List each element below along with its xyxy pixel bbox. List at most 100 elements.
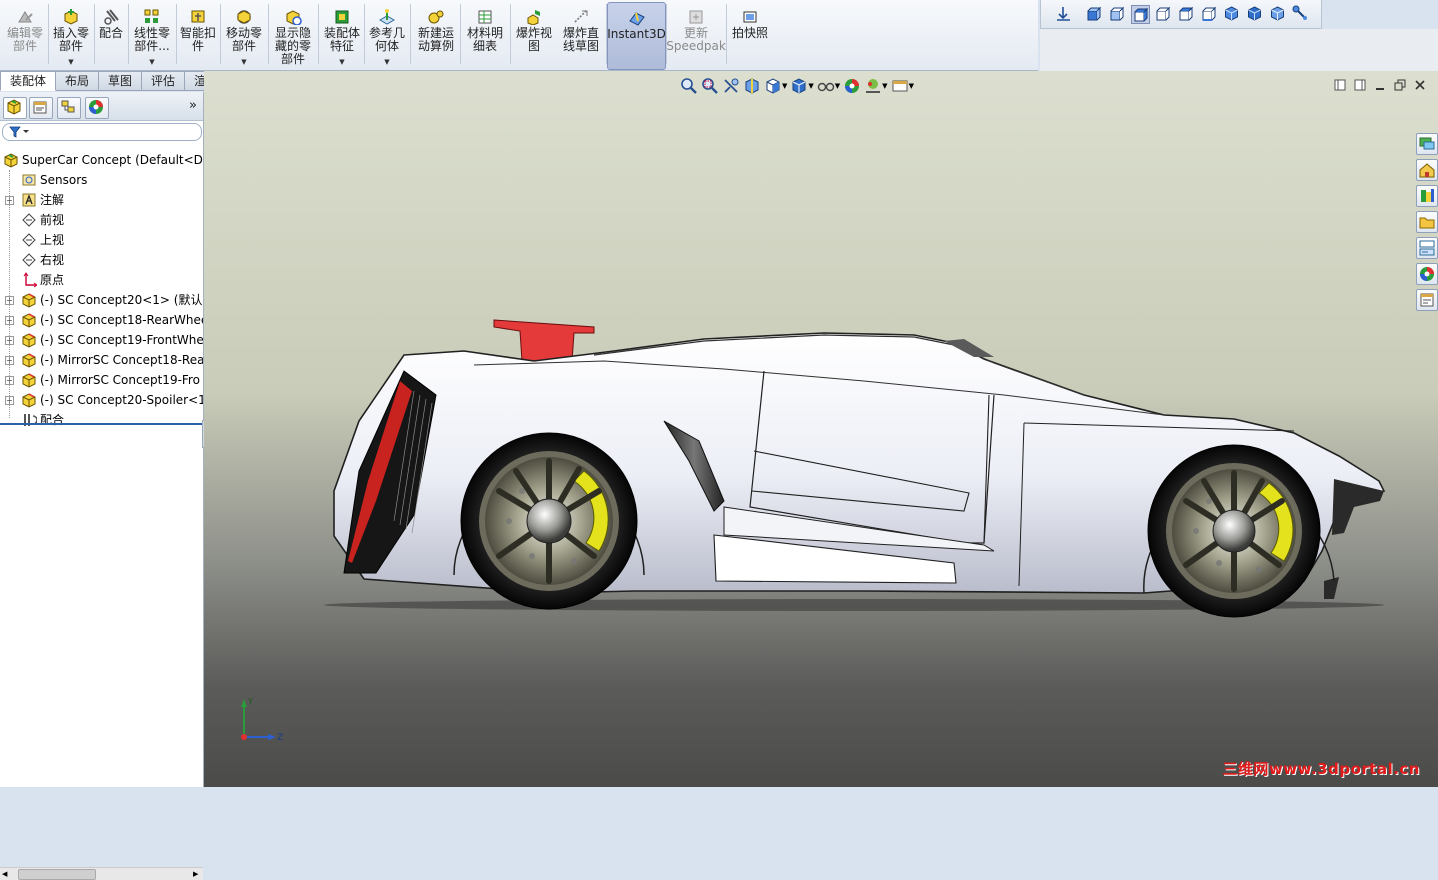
toolbar-separator (460, 4, 461, 64)
tab-2[interactable]: 草图 (99, 71, 143, 91)
hide-show-items-icon[interactable] (817, 77, 835, 95)
smart-fastener-button[interactable]: 智能扣 件 (178, 2, 218, 68)
tree-item[interactable]: + (-) SC Concept18-RearWhee (0, 310, 203, 330)
tree-filter-input[interactable] (2, 123, 202, 141)
expand-panel-icon[interactable]: » (189, 98, 197, 113)
exploded-view-button[interactable]: 爆炸视 图 (512, 2, 556, 68)
bom-label: 材料明 细表 (466, 26, 503, 53)
horizontal-scrollbar[interactable]: ◀ ▶ (0, 867, 203, 880)
normal-to-icon[interactable] (1055, 5, 1072, 22)
zoom-to-fit-icon[interactable] (680, 77, 698, 95)
scroll-thumb[interactable] (18, 869, 96, 880)
right-view-icon[interactable] (1154, 5, 1171, 22)
chevron-down-icon[interactable]: ▼ (384, 58, 389, 66)
tree-item[interactable]: + (-) MirrorSC Concept19-Fro (0, 370, 203, 390)
previous-view-icon[interactable] (722, 77, 740, 95)
display-manager-tab[interactable] (85, 97, 109, 119)
chevron-down-icon[interactable]: ▼ (339, 58, 344, 66)
new-motion-study-button[interactable]: 新建运 动算例 (414, 2, 458, 68)
task-pane-resources[interactable] (1416, 133, 1438, 155)
instant3d-button[interactable]: Instant3D (607, 2, 666, 70)
view-settings-icon[interactable] (891, 77, 909, 95)
task-pane-home[interactable] (1416, 159, 1438, 181)
tree-item-label: 右视 (40, 253, 65, 267)
reference-geometry-label: 参考几 何体 (368, 26, 405, 53)
property-manager-tab[interactable] (29, 97, 53, 119)
update-speedpak-button[interactable]: 更新 Speedpak (666, 2, 726, 68)
move-part-button[interactable]: 移动零 部件 ▼ (222, 2, 266, 68)
feature-tree-tab[interactable] (3, 97, 27, 119)
mate-button[interactable]: 配合 (96, 2, 126, 68)
zoom-to-area-icon[interactable] (701, 77, 719, 95)
edit-appearance-icon[interactable] (843, 77, 861, 95)
scroll-right-icon[interactable]: ▶ (193, 870, 201, 878)
task-pane-file-explorer[interactable] (1416, 211, 1438, 233)
isometric-icon[interactable] (1223, 5, 1240, 22)
take-snapshot-button[interactable]: 拍快照 (728, 2, 772, 68)
edit-part-button[interactable]: 编辑零 部件 (2, 2, 48, 68)
chevron-down-icon[interactable]: ▼ (68, 58, 73, 66)
tree-item[interactable]: 原点 (0, 270, 203, 290)
supercar-model[interactable] (304, 311, 1394, 621)
scroll-left-icon[interactable]: ◀ (2, 870, 10, 878)
bom-button[interactable]: 材料明 细表 (463, 2, 507, 68)
chevron-down-icon[interactable]: ▼ (882, 77, 887, 97)
tree-item-label: 配合 (40, 413, 65, 427)
view-orientation-icon[interactable] (764, 77, 782, 95)
new-motion-study-icon (428, 10, 444, 24)
close-icon[interactable] (1414, 79, 1426, 91)
tab-0[interactable]: 装配体 (0, 71, 57, 91)
tree-item[interactable]: + 注解 (0, 190, 203, 210)
dimetric-icon[interactable] (1269, 5, 1286, 22)
section-view-icon[interactable] (743, 77, 761, 95)
smart-fastener-label: 智能扣 件 (179, 26, 216, 53)
rollback-bar[interactable] (0, 423, 203, 425)
left-view-icon[interactable] (1131, 5, 1150, 24)
show-hidden-button[interactable]: 显示隐 藏的零 部件 (270, 2, 316, 68)
bottom-view-icon[interactable] (1200, 5, 1217, 22)
task-pane-custom-properties[interactable] (1416, 289, 1438, 311)
mate-label: 配合 (98, 26, 123, 40)
heads-up-view-toolbar: ▼ ▼ ▼ ▼ ▼ (680, 77, 914, 97)
configuration-manager-tab[interactable] (57, 97, 81, 119)
task-pane-design-library[interactable] (1416, 185, 1438, 207)
assembly-feature-button[interactable]: 装配体 特征 ▼ (320, 2, 364, 68)
tree-item[interactable]: + (-) SC Concept20<1> (默认< (0, 290, 203, 310)
trimetric-icon[interactable] (1246, 5, 1263, 22)
minimize-icon[interactable] (1374, 79, 1386, 91)
tree-item[interactable]: Sensors (0, 170, 203, 190)
chevron-down-icon[interactable]: ▼ (835, 77, 840, 97)
tree-item[interactable]: 右视 (0, 250, 203, 270)
linear-pattern-button[interactable]: 线性零 部件... ▼ (130, 2, 174, 68)
tree-item[interactable]: + (-) SC Concept19-FrontWhe (0, 330, 203, 350)
task-pane-view-palette[interactable] (1416, 237, 1438, 259)
back-view-icon[interactable] (1108, 5, 1125, 22)
graphics-viewport[interactable]: ▼ ▼ ▼ ▼ ▼ Y Z 三维网www.3dportal.cn (204, 71, 1438, 787)
restore-icon[interactable] (1394, 79, 1406, 91)
tab-3[interactable]: 评估 (142, 71, 186, 91)
split-horizontal-icon[interactable] (1354, 79, 1366, 91)
top-view-icon[interactable] (1177, 5, 1194, 22)
reference-geometry-button[interactable]: 参考几 何体 ▼ (366, 2, 408, 68)
view-selector-icon[interactable] (1292, 5, 1309, 22)
tree-item[interactable]: 配合 (0, 410, 203, 430)
tree-item[interactable]: 前视 (0, 210, 203, 230)
chevron-down-icon[interactable]: ▼ (782, 77, 787, 97)
apply-scene-icon[interactable] (864, 77, 882, 95)
tree-item[interactable]: 上视 (0, 230, 203, 250)
tree-root[interactable]: SuperCar Concept (Default<D (0, 150, 203, 170)
toolbar-separator (94, 4, 95, 64)
chevron-down-icon[interactable]: ▼ (808, 77, 813, 97)
insert-part-button[interactable]: 插入零 部件 ▼ (50, 2, 92, 68)
tree-item[interactable]: + (-) SC Concept20-Spoiler<1 (0, 390, 203, 410)
tab-1[interactable]: 布局 (56, 71, 100, 91)
chevron-down-icon[interactable]: ▼ (149, 58, 154, 66)
split-vertical-icon[interactable] (1334, 79, 1346, 91)
explode-line-sketch-button[interactable]: 爆炸直 线草图 (558, 2, 604, 68)
display-style-icon[interactable] (790, 77, 808, 95)
chevron-down-icon[interactable]: ▼ (241, 58, 246, 66)
chevron-down-icon[interactable]: ▼ (909, 77, 914, 97)
task-pane-appearances[interactable] (1416, 263, 1438, 285)
front-view-icon[interactable] (1085, 5, 1102, 22)
tree-item[interactable]: + (-) MirrorSC Concept18-Rea (0, 350, 203, 370)
